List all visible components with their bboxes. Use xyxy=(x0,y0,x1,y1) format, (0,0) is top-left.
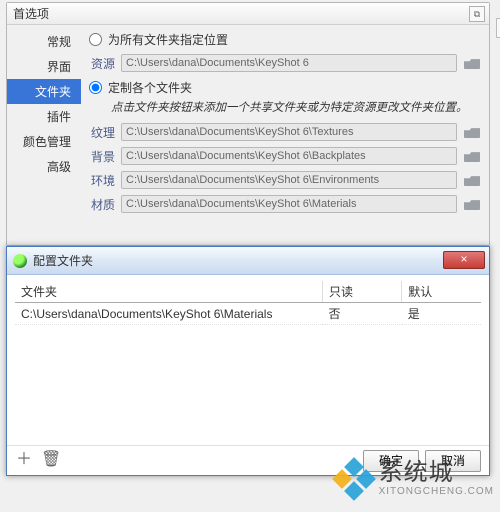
hint-text: 点击文件夹按钮来添加一个共享文件夹或为特定资源更改文件夹位置。 xyxy=(111,101,481,116)
cell-default: 是 xyxy=(402,303,481,325)
sidebar-item-label: 常规 xyxy=(47,35,71,49)
add-folder-button[interactable]: ＋ xyxy=(15,452,33,470)
ok-button-label: 确定 xyxy=(379,452,403,469)
folder-icon[interactable] xyxy=(463,125,481,139)
dialog-close-button[interactable]: × xyxy=(443,251,485,269)
sidebar-item-label: 插件 xyxy=(47,110,71,124)
folder-icon[interactable] xyxy=(463,56,481,70)
folder-icon[interactable] xyxy=(463,197,481,211)
backplates-label: 背景 xyxy=(87,148,115,165)
cancel-button-label: 取消 xyxy=(441,452,465,469)
backplates-path-field[interactable]: C:\Users\dana\Documents\KeyShot 6\Backpl… xyxy=(121,147,457,165)
sidebar-item-advanced[interactable]: 高级 xyxy=(7,154,81,179)
preferences-title: 首选项 xyxy=(13,7,49,21)
environments-path-field[interactable]: C:\Users\dana\Documents\KeyShot 6\Enviro… xyxy=(121,171,457,189)
cell-folder: C:\Users\dana\Documents\KeyShot 6\Materi… xyxy=(15,303,323,325)
folders-table: 文件夹 只读 默认 C:\Users\dana\Documents\KeySho… xyxy=(15,281,481,325)
ok-button[interactable]: 确定 xyxy=(363,450,419,472)
sidebar-item-folders[interactable]: 文件夹 xyxy=(7,79,81,104)
source-label: 资源 xyxy=(87,55,115,72)
environments-label: 环境 xyxy=(87,172,115,189)
preferences-sidebar: 常规 界面 文件夹 插件 颜色管理 高级 xyxy=(7,25,81,245)
table-row[interactable]: C:\Users\dana\Documents\KeyShot 6\Materi… xyxy=(15,303,481,325)
sidebar-item-interface[interactable]: 界面 xyxy=(7,54,81,79)
cell-readonly: 否 xyxy=(323,303,402,325)
column-header-default[interactable]: 默认 xyxy=(402,281,481,303)
folder-icon[interactable] xyxy=(463,149,481,163)
preferences-titlebar: 首选项 ⧉ xyxy=(7,3,489,25)
source-path-field[interactable]: C:\Users\dana\Documents\KeyShot 6 xyxy=(121,54,457,72)
dialog-app-icon xyxy=(13,254,27,268)
dialog-title: 配置文件夹 xyxy=(33,252,93,269)
preferences-content: 为所有文件夹指定位置 资源 C:\Users\dana\Documents\Ke… xyxy=(81,25,489,245)
radio-all-folders[interactable] xyxy=(89,33,102,46)
textures-path-field[interactable]: C:\Users\dana\Documents\KeyShot 6\Textur… xyxy=(121,123,457,141)
configure-folders-dialog: 配置文件夹 × 文件夹 只读 默认 C:\Users\dana\Document… xyxy=(6,246,490,476)
column-header-folder[interactable]: 文件夹 xyxy=(15,281,323,303)
sidebar-item-label: 颜色管理 xyxy=(23,135,71,149)
folder-icon[interactable] xyxy=(463,173,481,187)
sidebar-item-label: 高级 xyxy=(47,160,71,174)
textures-label: 纹理 xyxy=(87,124,115,141)
watermark-text-en: XITONGCHENG.COM xyxy=(379,487,494,497)
delete-folder-button[interactable]: 🗑 xyxy=(41,452,59,470)
dialog-titlebar[interactable]: 配置文件夹 × xyxy=(7,247,489,275)
radio-each-folder-label: 定制各个文件夹 xyxy=(108,79,192,96)
column-header-readonly[interactable]: 只读 xyxy=(323,281,402,303)
sidebar-item-color-management[interactable]: 颜色管理 xyxy=(7,129,81,154)
sidebar-item-plugins[interactable]: 插件 xyxy=(7,104,81,129)
sidebar-item-label: 界面 xyxy=(47,60,71,74)
sidebar-item-label: 文件夹 xyxy=(35,85,71,99)
radio-all-folders-label: 为所有文件夹指定位置 xyxy=(108,31,228,48)
cancel-button[interactable]: 取消 xyxy=(425,450,481,472)
materials-label: 材质 xyxy=(87,196,115,213)
materials-path-field[interactable]: C:\Users\dana\Documents\KeyShot 6\Materi… xyxy=(121,195,457,213)
radio-each-folder[interactable] xyxy=(89,81,102,94)
sidebar-item-general[interactable]: 常规 xyxy=(7,29,81,54)
dialog-footer: ＋ 🗑 确定 取消 xyxy=(7,445,489,475)
preferences-window: 首选项 ⧉ 常规 界面 文件夹 插件 颜色管理 高级 为所有文件夹指定位置 资源… xyxy=(6,2,490,246)
preferences-collapse-button[interactable]: ⧉ xyxy=(469,6,485,22)
adjacent-panel-edge xyxy=(496,18,500,38)
